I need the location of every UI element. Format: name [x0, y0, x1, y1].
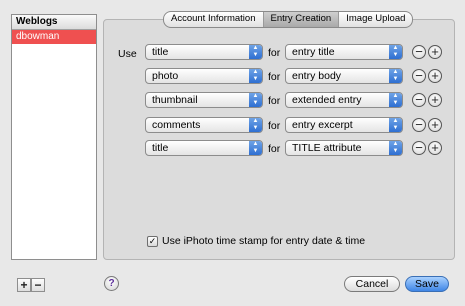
select-arrows-icon: ▲ ▼ — [249, 69, 262, 83]
for-label: for — [268, 120, 281, 132]
select-arrows-icon: ▲ ▼ — [389, 45, 402, 59]
target-select-1[interactable]: entry title ▲ ▼ — [285, 44, 403, 60]
source-select-5[interactable]: title ▲ ▼ — [145, 140, 263, 156]
select-arrows-icon: ▲ ▼ — [389, 93, 402, 107]
for-label: for — [268, 71, 281, 83]
tab-account-information[interactable]: Account Information — [164, 12, 264, 27]
target-select-3[interactable]: extended entry ▲ ▼ — [285, 92, 403, 108]
select-arrows-icon: ▲ ▼ — [389, 141, 402, 155]
add-weblog-button[interactable]: + — [17, 278, 31, 292]
iphoto-timestamp-option[interactable]: ✓ Use iPhoto time stamp for entry date &… — [147, 235, 365, 247]
use-label: Use — [118, 48, 137, 60]
target-select-2[interactable]: entry body ▲ ▼ — [285, 68, 403, 84]
select-arrows-icon: ▲ ▼ — [249, 141, 262, 155]
target-select-value: entry excerpt — [292, 119, 353, 131]
select-arrows-icon: ▲ ▼ — [249, 45, 262, 59]
add-row-button[interactable]: + — [428, 69, 442, 83]
for-label: for — [268, 47, 281, 59]
source-select-value: comments — [152, 119, 201, 131]
source-select-2[interactable]: photo ▲ ▼ — [145, 68, 263, 84]
remove-row-button[interactable]: − — [412, 118, 426, 132]
for-label: for — [268, 143, 281, 155]
remove-row-button[interactable]: − — [412, 93, 426, 107]
select-arrows-icon: ▲ ▼ — [389, 69, 402, 83]
source-select-value: title — [152, 142, 169, 154]
weblogs-list[interactable]: Weblogs dbowman — [11, 14, 97, 260]
remove-weblog-button[interactable]: − — [31, 278, 45, 292]
tab-image-upload[interactable]: Image Upload — [339, 12, 412, 27]
for-label: for — [268, 95, 281, 107]
source-select-value: thumbnail — [152, 94, 198, 106]
add-row-button[interactable]: + — [428, 93, 442, 107]
target-select-value: TITLE attribute — [292, 142, 362, 154]
target-select-value: extended entry — [292, 94, 362, 106]
source-select-4[interactable]: comments ▲ ▼ — [145, 117, 263, 133]
tab-entry-creation[interactable]: Entry Creation — [263, 12, 340, 27]
target-select-value: entry body — [292, 70, 342, 82]
add-row-button[interactable]: + — [428, 141, 442, 155]
target-select-4[interactable]: entry excerpt ▲ ▼ — [285, 117, 403, 133]
iphoto-timestamp-checkbox[interactable]: ✓ — [147, 235, 158, 247]
source-select-value: title — [152, 46, 169, 58]
remove-row-button[interactable]: − — [412, 69, 426, 83]
help-button[interactable]: ? — [104, 276, 119, 291]
source-select-value: photo — [152, 70, 179, 82]
target-select-5[interactable]: TITLE attribute ▲ ▼ — [285, 140, 403, 156]
target-select-value: entry title — [292, 46, 335, 58]
select-arrows-icon: ▲ ▼ — [249, 93, 262, 107]
source-select-3[interactable]: thumbnail ▲ ▼ — [145, 92, 263, 108]
remove-row-button[interactable]: − — [412, 141, 426, 155]
select-arrows-icon: ▲ ▼ — [249, 118, 262, 132]
select-arrows-icon: ▲ ▼ — [389, 118, 402, 132]
source-select-1[interactable]: title ▲ ▼ — [145, 44, 263, 60]
add-row-button[interactable]: + — [428, 45, 442, 59]
iphoto-timestamp-label[interactable]: Use iPhoto time stamp for entry date & t… — [162, 235, 365, 247]
tab-bar: Account Information Entry Creation Image… — [163, 11, 414, 28]
save-button[interactable]: Save — [405, 276, 449, 292]
weblogs-header: Weblogs — [12, 15, 96, 30]
remove-row-button[interactable]: − — [412, 45, 426, 59]
add-row-button[interactable]: + — [428, 118, 442, 132]
cancel-button[interactable]: Cancel — [344, 276, 400, 292]
weblog-item-dbowman[interactable]: dbowman — [12, 30, 96, 44]
